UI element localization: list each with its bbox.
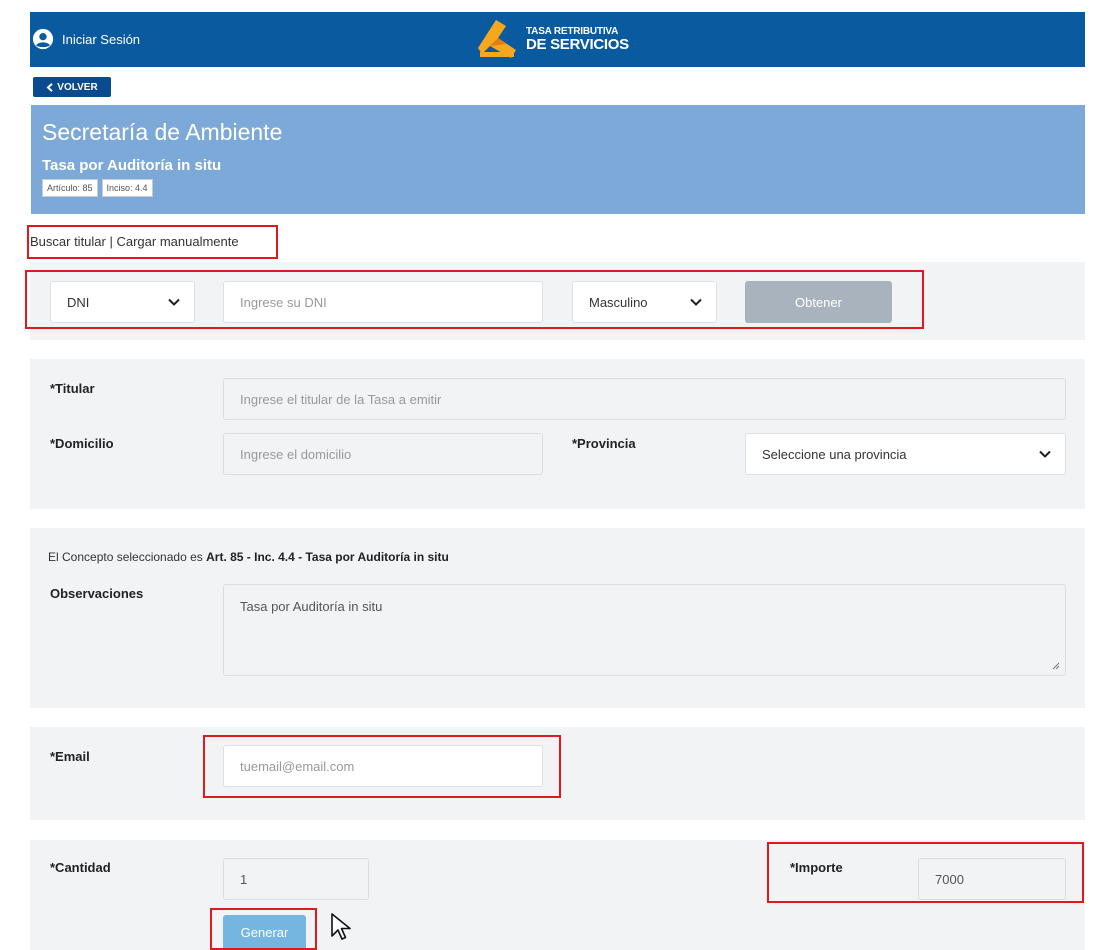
concept-value: Art. 85 - Inc. 4.4 - Tasa por Auditoría …	[206, 550, 449, 564]
email-label: *Email	[50, 749, 90, 764]
cantidad-label: *Cantidad	[50, 860, 111, 875]
observaciones-label: Observaciones	[50, 586, 144, 601]
observaciones-value: Tasa por Auditoría in situ	[240, 599, 383, 614]
brand-line2: DE SERVICIOS	[526, 35, 629, 53]
domicilio-input[interactable]: Ingrese el domicilio	[223, 433, 543, 475]
top-bar: Iniciar Sesión TASA RETRIBUTIVA DE SERVI…	[30, 12, 1085, 67]
page-subtitle: Tasa por Auditoría in situ	[42, 157, 222, 174]
provincia-label: *Provincia	[572, 436, 636, 451]
page-title: Secretaría de Ambiente	[42, 119, 283, 145]
cantidad-value: 1	[240, 871, 248, 887]
tag-article: Artículo: 85	[42, 179, 98, 197]
login-link[interactable]: Iniciar Sesión	[32, 28, 140, 50]
titular-placeholder: Ingrese el titular de la Tasa a emitir	[240, 391, 442, 407]
observaciones-textarea[interactable]: Tasa por Auditoría in situ	[223, 584, 1066, 676]
tag-list: Artículo: 85 Inciso: 4.4	[42, 179, 153, 197]
back-button[interactable]: VOLVER	[33, 77, 111, 97]
concept-text: El Concepto seleccionado es Art. 85 - In…	[48, 550, 449, 564]
provincia-select[interactable]: Seleccione una provincia	[745, 433, 1066, 475]
resize-handle-icon[interactable]	[1052, 662, 1060, 670]
chevron-left-icon	[46, 82, 53, 92]
concept-intro: El Concepto seleccionado es	[48, 550, 207, 564]
mouse-cursor-icon	[331, 913, 351, 940]
login-label: Iniciar Sesión	[62, 31, 141, 47]
hero-banner: Secretaría de Ambiente Tasa por Auditorí…	[31, 105, 1085, 214]
brand-text: TASA RETRIBUTIVA DE SERVICIOS	[526, 25, 629, 53]
user-icon	[32, 28, 54, 50]
highlight-generate	[210, 908, 317, 950]
domicilio-placeholder: Ingrese el domicilio	[240, 446, 352, 462]
concept-panel: El Concepto seleccionado es Art. 85 - In…	[30, 528, 1085, 708]
back-label: VOLVER	[57, 81, 98, 93]
titular-input[interactable]: Ingrese el titular de la Tasa a emitir	[223, 378, 1066, 420]
holder-panel: *Titular Ingrese el titular de la Tasa a…	[30, 359, 1085, 509]
titular-label: *Titular	[50, 381, 95, 396]
brand[interactable]: TASA RETRIBUTIVA DE SERVICIOS	[476, 18, 629, 60]
domicilio-label: *Domicilio	[50, 436, 114, 451]
highlight-tabs	[27, 225, 278, 259]
chevron-down-icon	[1039, 450, 1051, 458]
provincia-placeholder: Seleccione una provincia	[762, 446, 907, 462]
highlight-email	[203, 735, 561, 798]
cantidad-input[interactable]: 1	[223, 858, 369, 900]
highlight-importe	[767, 842, 1084, 903]
highlight-search-row	[25, 270, 924, 329]
brand-logo	[478, 20, 516, 58]
tag-inciso: Inciso: 4.4	[101, 179, 153, 197]
brand-line1: TASA RETRIBUTIVA	[526, 25, 619, 37]
